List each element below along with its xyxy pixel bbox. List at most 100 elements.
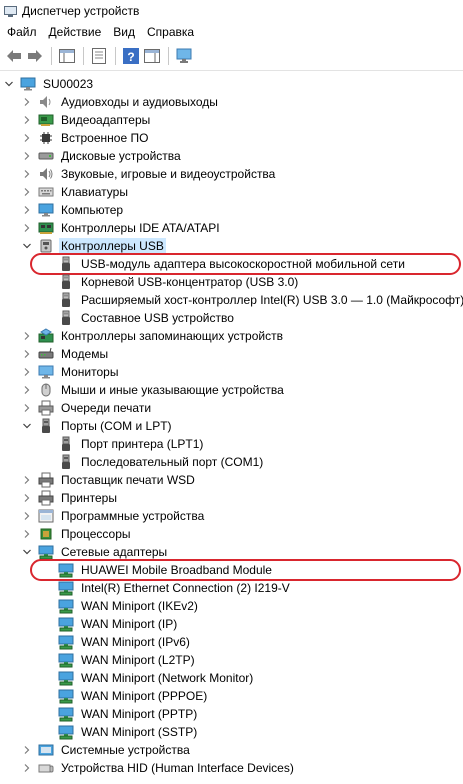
tree-device-row[interactable]: WAN Miniport (IPv6) [0, 633, 463, 651]
menu-file[interactable]: Файл [4, 25, 44, 39]
tree-category-row[interactable]: Аудиовходы и аудиовыходы [0, 93, 463, 111]
collapsed-chevron-icon[interactable] [20, 761, 34, 775]
expand-chevron-icon[interactable] [20, 545, 34, 559]
tree-device-row[interactable]: WAN Miniport (IKEv2) [0, 597, 463, 615]
collapsed-chevron-icon[interactable] [20, 221, 34, 235]
tree-category-label: Контроллеры запоминающих устройств [61, 329, 283, 343]
tree-device-row[interactable]: Последовательный порт (COM1) [0, 453, 463, 471]
tree-category-row[interactable]: Контроллеры запоминающих устройств [0, 327, 463, 345]
tree-device-row[interactable]: Составное USB устройство [0, 309, 463, 327]
menu-help[interactable]: Справка [144, 25, 201, 39]
tree-device-label: WAN Miniport (Network Monitor) [81, 671, 254, 685]
tree-category-row[interactable]: Системные устройства [0, 741, 463, 759]
tree-device-row[interactable]: WAN Miniport (Network Monitor) [0, 669, 463, 687]
network-adapter-icon [58, 616, 74, 632]
tree-device-label: Последовательный порт (COM1) [81, 455, 264, 469]
collapsed-chevron-icon[interactable] [20, 527, 34, 541]
menu-action[interactable]: Действие [46, 25, 109, 39]
back-icon [7, 50, 21, 62]
tree-category-row[interactable]: Компьютер [0, 201, 463, 219]
usb-plug-icon [58, 256, 74, 272]
collapsed-chevron-icon[interactable] [20, 509, 34, 523]
port-icon [58, 454, 74, 470]
collapsed-chevron-icon[interactable] [20, 491, 34, 505]
tree-category-label: Системные устройства [61, 743, 190, 757]
tree-category-row[interactable]: Клавиатуры [0, 183, 463, 201]
network-adapter-icon [58, 688, 74, 704]
tree-device-row[interactable]: Корневой USB-концентратор (USB 3.0) [0, 273, 463, 291]
tree-category-row[interactable]: Устройства HID (Human Interface Devices) [0, 759, 463, 777]
usb-plug-icon [58, 310, 74, 326]
tree-device-row[interactable]: Порт принтера (LPT1) [0, 435, 463, 453]
tree-device-label: USB-модуль адаптера высокоскоростной моб… [81, 257, 405, 271]
monitor-scan-icon [176, 48, 192, 63]
tree-device-row[interactable]: Расширяемый хост-контроллер Intel(R) USB… [0, 291, 463, 309]
tree-device-row[interactable]: WAN Miniport (PPPOE) [0, 687, 463, 705]
collapsed-chevron-icon[interactable] [20, 185, 34, 199]
tree-category-row[interactable]: Порты (COM и LPT) [0, 417, 463, 435]
sound-icon [38, 166, 54, 182]
collapsed-chevron-icon[interactable] [20, 383, 34, 397]
collapsed-chevron-icon[interactable] [20, 329, 34, 343]
collapsed-chevron-icon[interactable] [20, 95, 34, 109]
forward-icon [28, 50, 42, 62]
tree-category-row[interactable]: Очереди печати [0, 399, 463, 417]
tree-category-row[interactable]: Мониторы [0, 363, 463, 381]
tree-device-row[interactable]: HUAWEI Mobile Broadband Module [0, 559, 463, 581]
tree-category-label: Модемы [61, 347, 109, 361]
tree-device-label: Корневой USB-концентратор (USB 3.0) [81, 275, 299, 289]
tree-category-label: Встроенное ПО [61, 131, 149, 145]
show-hide-console-tree-button[interactable] [57, 46, 77, 66]
tree-category-row[interactable]: Модемы [0, 345, 463, 363]
collapsed-chevron-icon[interactable] [20, 743, 34, 757]
tree-category-label: Клавиатуры [61, 185, 128, 199]
collapsed-chevron-icon[interactable] [20, 113, 34, 127]
properties-button[interactable] [89, 46, 109, 66]
help-button[interactable]: ? [121, 46, 141, 66]
collapsed-chevron-icon[interactable] [20, 401, 34, 415]
tree-category-row[interactable]: Встроенное ПО [0, 129, 463, 147]
tree-category-row[interactable]: Контроллеры IDE ATA/ATAPI [0, 219, 463, 237]
collapsed-chevron-icon[interactable] [20, 131, 34, 145]
tree-category-row[interactable]: Программные устройства [0, 507, 463, 525]
port-icon [58, 436, 74, 452]
tree-device-row[interactable]: WAN Miniport (SSTP) [0, 723, 463, 741]
expand-chevron-icon[interactable] [20, 239, 34, 253]
print-queue-icon [38, 400, 54, 416]
tree-device-row[interactable]: Intel(R) Ethernet Connection (2) I219-V [0, 579, 463, 597]
tree-device-row[interactable]: USB-модуль адаптера высокоскоростной моб… [0, 253, 463, 275]
tree-device-row[interactable]: WAN Miniport (IP) [0, 615, 463, 633]
tree-category-row[interactable]: Мыши и иные указывающие устройства [0, 381, 463, 399]
tree-root-row[interactable]: SU00023 [0, 75, 463, 93]
tree-category-label: Процессоры [61, 527, 131, 541]
tree-category-row[interactable]: Контроллеры USB [0, 237, 463, 255]
tree-device-row[interactable]: WAN Miniport (L2TP) [0, 651, 463, 669]
collapsed-chevron-icon[interactable] [20, 149, 34, 163]
toolbar-separator [51, 47, 52, 65]
collapsed-chevron-icon[interactable] [20, 347, 34, 361]
tree-category-row[interactable]: Принтеры [0, 489, 463, 507]
tree-category-row[interactable]: Процессоры [0, 525, 463, 543]
collapsed-chevron-icon[interactable] [20, 473, 34, 487]
expand-chevron-icon[interactable] [20, 419, 34, 433]
forward-button[interactable] [25, 46, 45, 66]
menu-view[interactable]: Вид [110, 25, 142, 39]
network-adapter-icon [58, 580, 74, 596]
tree-device-label: Расширяемый хост-контроллер Intel(R) USB… [81, 293, 463, 307]
back-button[interactable] [4, 46, 24, 66]
tree-category-row[interactable]: Звуковые, игровые и видеоустройства [0, 165, 463, 183]
collapsed-chevron-icon[interactable] [20, 365, 34, 379]
scan-hardware-button[interactable] [174, 46, 194, 66]
tree-category-row[interactable]: Поставщик печати WSD [0, 471, 463, 489]
tree-category-row[interactable]: Видеоадаптеры [0, 111, 463, 129]
mouse-icon [38, 382, 54, 398]
action-pane-button[interactable] [142, 46, 162, 66]
tree-category-row[interactable]: Сетевые адаптеры [0, 543, 463, 561]
tree-device-row[interactable]: WAN Miniport (PPTP) [0, 705, 463, 723]
collapsed-chevron-icon[interactable] [20, 167, 34, 181]
tree-category-row[interactable]: Дисковые устройства [0, 147, 463, 165]
tree-category-label: Компьютер [61, 203, 124, 217]
expand-chevron-icon[interactable] [2, 77, 16, 91]
network-adapter-icon [58, 670, 74, 686]
collapsed-chevron-icon[interactable] [20, 203, 34, 217]
